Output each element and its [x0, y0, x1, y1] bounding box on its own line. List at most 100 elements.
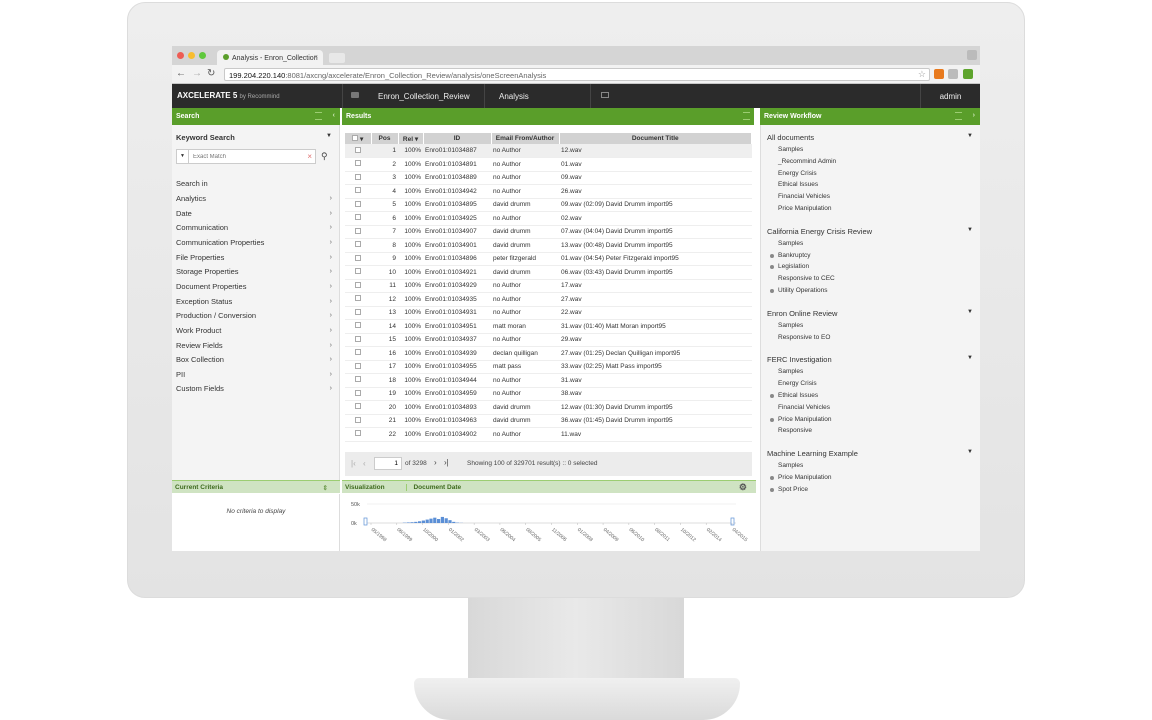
keyword-search-input[interactable] [193, 150, 305, 163]
row-checkbox[interactable] [345, 184, 371, 199]
chart-bar[interactable] [452, 521, 456, 523]
chart-bar[interactable] [421, 520, 425, 523]
column-header-id[interactable]: ID [423, 133, 492, 144]
facet-item[interactable]: Work Product › [176, 326, 332, 339]
chart-bar[interactable] [410, 522, 414, 523]
table-row[interactable]: 13 100% Enro01:01034931 no Author 22.wav [345, 306, 752, 320]
row-checkbox[interactable] [345, 198, 371, 212]
collapse-right-icon[interactable]: › [973, 112, 975, 119]
workflow-item[interactable]: Ethical Issues [778, 181, 818, 188]
row-checkbox[interactable] [345, 360, 371, 374]
panel-menu-icon[interactable] [955, 112, 962, 120]
facet-item[interactable]: Box Collection › [176, 355, 332, 368]
new-tab-button[interactable] [329, 53, 345, 63]
last-page-icon[interactable]: ›| [444, 458, 449, 467]
page-number-input[interactable] [374, 457, 402, 470]
select-all-checkbox[interactable]: ▾ [345, 133, 372, 144]
table-row[interactable]: 5 100% Enro01:01034895 david drumm 09.wav (0… [345, 198, 752, 212]
tab-visualization[interactable]: Visualization [345, 484, 385, 491]
sort-icon[interactable]: ⇕ [323, 484, 328, 492]
match-mode-dropdown[interactable]: ▼ [177, 150, 189, 163]
workflow-item[interactable]: Samples [778, 368, 803, 375]
profile-icon[interactable] [967, 50, 977, 60]
table-row[interactable]: 10 100% Enro01:01034921 david drumm 06.wav (… [345, 265, 752, 280]
row-checkbox[interactable] [345, 346, 371, 361]
browser-tab[interactable]: Analysis - Enron_Collection × [217, 50, 323, 65]
clear-icon[interactable]: × [307, 152, 312, 161]
table-row[interactable]: 21 100% Enro01:01034963 david drumm 36.wav (… [345, 414, 752, 428]
workflow-item[interactable]: Samples [778, 322, 803, 329]
column-header-rel[interactable]: Rel ▾ [398, 133, 424, 144]
back-arrow-icon[interactable]: ← [176, 68, 186, 80]
row-checkbox[interactable] [345, 292, 371, 307]
workflow-group[interactable]: California Energy Crisis Review ▼ [767, 227, 973, 236]
workflow-item[interactable]: Spot Price [770, 486, 808, 493]
row-checkbox[interactable] [345, 333, 371, 347]
workflow-item[interactable]: Price Manipulation [778, 205, 831, 212]
facet-item[interactable]: Custom Fields › [176, 384, 332, 397]
workflow-item[interactable]: Financial Vehicles [778, 193, 830, 200]
table-row[interactable]: 19 100% Enro01:01034959 no Author 38.wav [345, 387, 752, 401]
workflow-item[interactable]: Bankruptcy [770, 252, 811, 259]
workflow-item[interactable]: Energy Crisis [778, 170, 817, 177]
table-row[interactable]: 15 100% Enro01:01034937 no Author 29.wav [345, 333, 752, 347]
workflow-item[interactable]: _Recommind Admin [778, 158, 836, 165]
row-checkbox[interactable] [345, 319, 371, 334]
facet-item[interactable]: Storage Properties › [176, 267, 332, 280]
row-checkbox[interactable] [345, 414, 371, 428]
workflow-item[interactable]: Price Manipulation [770, 474, 831, 481]
panel-menu-icon[interactable] [743, 112, 750, 120]
facet-item[interactable]: Communication Properties › [176, 238, 332, 251]
gear-icon[interactable]: ⚙ [739, 482, 747, 493]
first-page-icon[interactable]: |‹ [351, 459, 356, 468]
facet-item[interactable]: Production / Conversion › [176, 311, 332, 324]
workflow-item[interactable]: Ethical Issues [770, 392, 818, 399]
collapse-left-icon[interactable]: ‹ [333, 112, 335, 119]
facet-item[interactable]: File Properties › [176, 253, 332, 266]
table-row[interactable]: 7 100% Enro01:01034907 david drumm 07.wav (0… [345, 225, 752, 239]
reload-icon[interactable]: ↻ [207, 68, 215, 80]
table-row[interactable]: 8 100% Enro01:01034901 david drumm 13.wav (0… [345, 238, 752, 253]
chart-bar[interactable] [448, 520, 452, 523]
table-row[interactable]: 20 100% Enro01:01034893 david drumm 12.wav (… [345, 400, 752, 415]
workflow-item[interactable]: Samples [778, 146, 803, 153]
chart-bar[interactable] [433, 517, 437, 523]
row-checkbox[interactable] [345, 306, 371, 320]
chart-bar[interactable] [440, 516, 444, 523]
row-checkbox[interactable] [345, 171, 371, 185]
table-row[interactable]: 11 100% Enro01:01034929 no Author 17.wav [345, 279, 752, 293]
keyword-search-selector[interactable]: Keyword Search ▼ [176, 133, 332, 142]
chart-bar[interactable] [444, 518, 448, 523]
column-header-pos[interactable]: Pos [371, 133, 399, 144]
facet-item[interactable]: Date › [176, 209, 332, 222]
extension-icon[interactable] [948, 69, 958, 79]
facet-item[interactable]: Review Fields › [176, 341, 332, 354]
facet-item[interactable]: PII › [176, 370, 332, 383]
user-menu[interactable]: admin [920, 84, 980, 108]
extension-badge-icon[interactable] [934, 69, 944, 79]
workflow-item[interactable]: Price Manipulation [770, 416, 831, 423]
close-window-button[interactable] [177, 52, 184, 59]
workflow-item[interactable]: Utility Operations [770, 287, 828, 294]
address-bar[interactable]: 199.204.220.140:8081/axcng/axcelerate/En… [224, 68, 930, 81]
table-row[interactable]: 2 100% Enro01:01034891 no Author 01.wav [345, 157, 752, 172]
table-row[interactable]: 3 100% Enro01:01034889 no Author 09.wav [345, 171, 752, 185]
workflow-item[interactable]: Samples [778, 240, 803, 247]
layout-button[interactable] [590, 84, 620, 108]
table-row[interactable]: 18 100% Enro01:01034944 no Author 31.wav [345, 373, 752, 388]
range-end-handle[interactable] [730, 517, 735, 526]
view-selector[interactable]: Analysis [484, 84, 590, 108]
tab-document-date[interactable]: Document Date [406, 484, 461, 491]
row-checkbox[interactable] [345, 427, 371, 442]
workflow-group[interactable]: All documents ▼ [767, 133, 973, 142]
table-row[interactable]: 12 100% Enro01:01034935 no Author 27.wav [345, 292, 752, 307]
row-checkbox[interactable] [345, 387, 371, 401]
search-icon[interactable]: ⚲ [321, 151, 328, 162]
prev-page-icon[interactable]: ‹ [363, 459, 366, 468]
chart-bar[interactable] [414, 521, 418, 523]
row-checkbox[interactable] [345, 252, 371, 266]
panel-menu-icon[interactable] [315, 112, 322, 120]
column-header-title[interactable]: Document Title [559, 133, 752, 144]
workflow-item[interactable]: Responsive to CEC [778, 275, 835, 282]
row-checkbox[interactable] [345, 211, 371, 226]
